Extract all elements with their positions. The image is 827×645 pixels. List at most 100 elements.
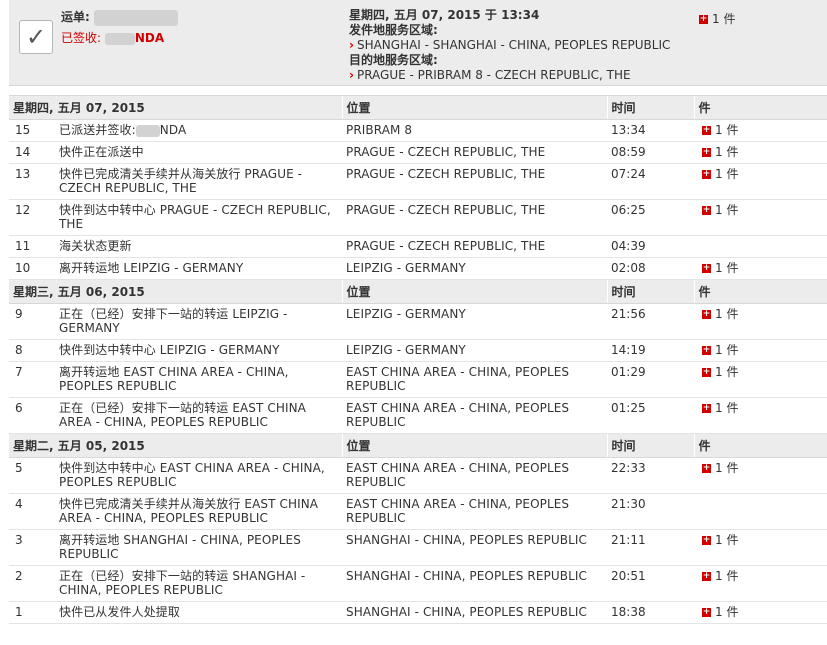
expand-plus-icon[interactable]: + [702, 536, 711, 545]
expand-plus-icon[interactable]: + [702, 148, 711, 157]
event-description: 快件正在派送中 [55, 141, 342, 164]
table-row: 12 快件到达中转中心 PRAGUE - CZECH REPUBLIC, THE P… [9, 199, 827, 236]
column-header-time: 时间 [606, 95, 694, 120]
event-pieces[interactable]: +1 件 [694, 163, 827, 200]
table-row: 5 快件到达中转中心 EAST CHINA AREA - CHINA, PEOPL… [9, 457, 827, 494]
table-row: 8 快件到达中转中心 LEIPZIG - GERMANY LEIPZIG - GER… [9, 339, 827, 362]
event-time: 01:25 [607, 397, 694, 434]
table-row: 1 快件已从发件人处提取 SHANGHAI - CHINA, PEOPLES REP… [9, 601, 827, 624]
event-description: 快件到达中转中心 PRAGUE - CZECH REPUBLIC, THE [55, 199, 342, 236]
event-time: 21:56 [607, 303, 694, 340]
redacted-signee [135, 124, 160, 137]
event-time: 21:30 [607, 493, 694, 530]
event-location: PRAGUE - CZECH REPUBLIC, THE [342, 235, 607, 258]
event-time: 06:25 [607, 199, 694, 236]
destination-area: › PRAGUE - PRIBRAM 8 - CZECH REPUBLIC, TH… [349, 68, 670, 83]
table-row: 11 海关状态更新 PRAGUE - CZECH REPUBLIC, THE 04:3… [9, 235, 827, 258]
event-location: LEIPZIG - GERMANY [342, 303, 607, 340]
chevron-right-icon: › [349, 68, 354, 82]
expand-plus-icon[interactable]: + [702, 170, 711, 179]
expand-plus-icon[interactable]: + [702, 126, 711, 135]
table-row: 13 快件已完成清关手续并从海关放行 PRAGUE - CZECH REPUBLI… [9, 163, 827, 200]
destination-area-text: PRAGUE - PRIBRAM 8 - CZECH REPUBLIC, THE [356, 68, 631, 82]
event-pieces[interactable]: +1 件 [694, 397, 827, 434]
event-pieces-text: 1 件 [715, 123, 739, 137]
summary-pieces-text: 1 件 [712, 12, 736, 26]
event-description-tail: NDA [159, 123, 187, 137]
event-pieces[interactable]: +1 件 [694, 199, 827, 236]
event-pieces [694, 235, 827, 258]
column-header-pieces: 件 [693, 95, 827, 120]
column-header-pieces: 件 [693, 433, 827, 458]
expand-plus-icon[interactable]: + [702, 310, 711, 319]
event-pieces-text: 1 件 [715, 569, 739, 583]
event-time: 21:11 [607, 529, 694, 566]
event-pieces[interactable]: +1 件 [694, 361, 827, 398]
expand-plus-icon[interactable]: + [702, 206, 711, 215]
event-pieces[interactable]: +1 件 [694, 141, 827, 164]
expand-plus-icon[interactable]: + [699, 15, 708, 24]
event-description: 快件已完成清关手续并从海关放行 EAST CHINA AREA - CHINA,… [55, 493, 342, 530]
event-location: EAST CHINA AREA - CHINA, PEOPLES REPUBLI… [342, 457, 607, 494]
event-pieces [694, 493, 827, 530]
event-location: LEIPZIG - GERMANY [342, 339, 607, 362]
event-pieces-text: 1 件 [715, 533, 739, 547]
event-pieces[interactable]: +1 件 [694, 119, 827, 142]
event-number: 12 [9, 199, 55, 236]
event-pieces-text: 1 件 [715, 401, 739, 415]
event-pieces[interactable]: +1 件 [694, 601, 827, 624]
event-pieces-text: 1 件 [715, 605, 739, 619]
expand-plus-icon[interactable]: + [702, 404, 711, 413]
event-location: EAST CHINA AREA - CHINA, PEOPLES REPUBLI… [342, 397, 607, 434]
tracking-history: 星期四, 五月 07, 2015 位置 时间件 15 已派送并签收: NDA PRIBRAM… [9, 95, 827, 624]
event-pieces[interactable]: +1 件 [694, 303, 827, 340]
column-header-time: 时间 [606, 433, 694, 458]
event-location: SHANGHAI - CHINA, PEOPLES REPUBLIC [342, 565, 607, 602]
event-pieces-text: 1 件 [715, 167, 739, 181]
event-number: 8 [9, 339, 55, 362]
table-row: 9 正在（已经）安排下一站的转运 LEIPZIG - GERMANY LEIPZIG… [9, 303, 827, 340]
delivered-check-icon: ✓ [19, 20, 53, 54]
event-time: 22:33 [607, 457, 694, 494]
tracking-table-body: 星期四, 五月 07, 2015 位置 时间件 15 已派送并签收: NDA PRIBRAM… [9, 95, 827, 624]
event-number: 13 [9, 163, 55, 200]
event-description: 快件到达中转中心 EAST CHINA AREA - CHINA, PEOPLE… [55, 457, 342, 494]
event-pieces[interactable]: +1 件 [694, 565, 827, 602]
expand-plus-icon[interactable]: + [702, 464, 711, 473]
expand-plus-icon[interactable]: + [702, 264, 711, 273]
day-header-row: 星期四, 五月 07, 2015 位置 时间件 [9, 95, 827, 120]
event-pieces[interactable]: +1 件 [694, 529, 827, 566]
event-number: 1 [9, 601, 55, 624]
expand-plus-icon[interactable]: + [702, 608, 711, 617]
origin-label: 发件地服务区域: [349, 23, 438, 37]
summary-pieces[interactable]: +1 件 [699, 10, 735, 27]
event-number: 15 [9, 119, 55, 142]
event-pieces-text: 1 件 [715, 343, 739, 357]
event-pieces-text: 1 件 [715, 203, 739, 217]
event-description: 已派送并签收: NDA [55, 119, 342, 142]
expand-plus-icon[interactable]: + [702, 572, 711, 581]
waybill-label: 运单: [61, 10, 90, 24]
signee-name-tail: NDA [134, 31, 165, 45]
event-number: 9 [9, 303, 55, 340]
status-label: 已签收: [61, 31, 102, 45]
expand-plus-icon[interactable]: + [702, 368, 711, 377]
event-pieces[interactable]: +1 件 [694, 457, 827, 494]
event-pieces[interactable]: +1 件 [694, 257, 827, 280]
event-location: LEIPZIG - GERMANY [342, 257, 607, 280]
expand-plus-icon[interactable]: + [702, 346, 711, 355]
event-number: 3 [9, 529, 55, 566]
table-row: 3 离开转运地 SHANGHAI - CHINA, PEOPLES REPUBLI… [9, 529, 827, 566]
event-pieces[interactable]: +1 件 [694, 339, 827, 362]
origin-area: › SHANGHAI - SHANGHAI - CHINA, PEOPLES RE… [349, 38, 670, 53]
table-row: 10 离开转运地 LEIPZIG - GERMANY LEIPZIG - GERMA… [9, 257, 827, 280]
table-row: 15 已派送并签收: NDA PRIBRAM 8 13:34 +1 件 [9, 119, 827, 142]
destination-label: 目的地服务区域: [349, 53, 438, 67]
event-location: EAST CHINA AREA - CHINA, PEOPLES REPUBLI… [342, 493, 607, 530]
table-row: 7 离开转运地 EAST CHINA AREA - CHINA, PEOPLES … [9, 361, 827, 398]
table-row: 6 正在（已经）安排下一站的转运 EAST CHINA AREA - CHINA,… [9, 397, 827, 434]
column-header-location: 位置 [341, 279, 607, 304]
origin-area-text: SHANGHAI - SHANGHAI - CHINA, PEOPLES REP… [356, 38, 671, 52]
day-date: 星期二, 五月 05, 2015 [9, 433, 342, 458]
event-number: 4 [9, 493, 55, 530]
